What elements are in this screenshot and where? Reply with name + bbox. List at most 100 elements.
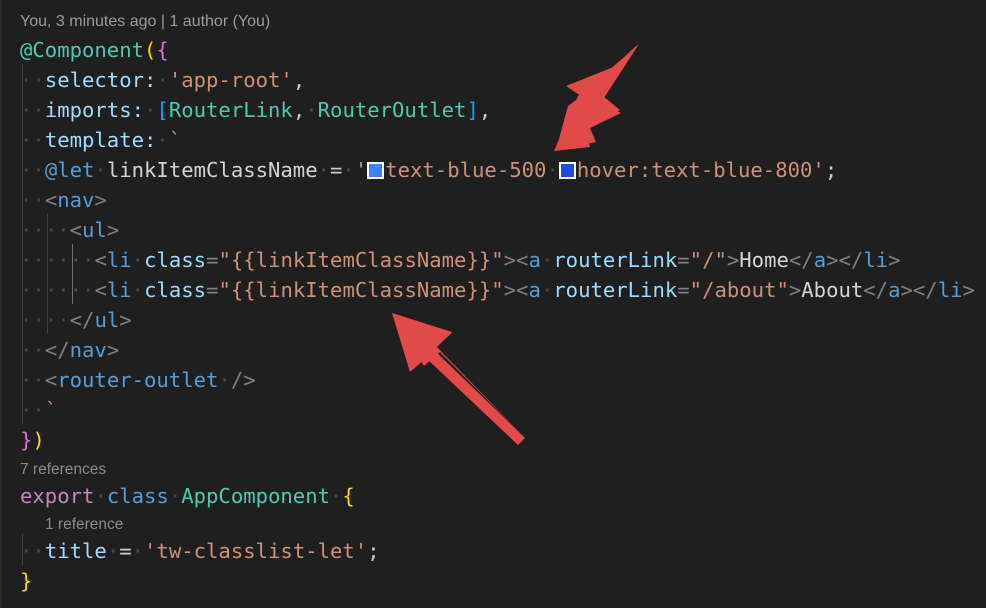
import-router-link: RouterLink (168, 98, 293, 122)
brace-close: } (20, 569, 33, 593)
angle-close: > (888, 248, 901, 272)
equals: = (677, 278, 690, 302)
code-line-14[interactable]: }) (20, 425, 45, 455)
equals: = (677, 248, 690, 272)
whitespace-dot: · (144, 98, 157, 122)
tag-a-open: a (528, 278, 541, 302)
comma: , (292, 98, 306, 122)
angle-open-close: </ (788, 248, 814, 272)
title-value: 'tw-classlist-let' (144, 539, 368, 563)
equals-operator: = (119, 539, 132, 563)
semicolon: ; (367, 539, 380, 563)
code-line-10[interactable]: ····</ul> (20, 305, 132, 335)
paren-open: ( (144, 38, 157, 62)
comma: , (292, 68, 306, 92)
attr-class: class (144, 278, 207, 302)
code-line-17[interactable]: } (20, 566, 32, 596)
whitespace-dots: ·· (44, 248, 70, 272)
angle-close: ></ (826, 248, 864, 272)
tag-nav-open: nav (57, 188, 95, 212)
angle-close: >< (503, 278, 529, 302)
whitespace-dot: · (330, 484, 343, 508)
tag-nav-close: nav (69, 338, 107, 362)
angle-close: > (94, 188, 107, 212)
whitespace-dots: ·· (20, 98, 45, 122)
code-line-8[interactable]: ······<li·class="{{linkItemClassName}}">… (20, 245, 901, 275)
angle-open: < (94, 278, 107, 302)
whitespace-dot: · (131, 278, 145, 302)
whitespace-dots: ·· (20, 539, 45, 563)
code-line-3[interactable]: ··imports:·[RouterLink,·RouterOutlet], (20, 95, 491, 125)
angle-close: > (106, 218, 120, 242)
whitespace-dots: ·· (20, 368, 45, 392)
code-line-6[interactable]: ··<nav> (20, 185, 107, 215)
comma: , (478, 98, 492, 122)
attr-value-interpolation: "{{linkItemClassName}}" (218, 278, 504, 302)
code-content[interactable]: You, 3 minutes ago | 1 author (You) @Com… (0, 0, 986, 608)
whitespace-dot: · (540, 248, 554, 272)
whitespace-dot: · (156, 68, 169, 92)
let-variable-name: linkItemClassName (106, 158, 318, 182)
quote-close: ' (812, 158, 825, 182)
whitespace-dot: · (305, 98, 318, 122)
code-line-12[interactable]: ··<router-outlet·/> (20, 365, 256, 395)
whitespace-dots: ·· (44, 278, 70, 302)
route-value-home: "/" (689, 248, 727, 272)
code-lens-references-class[interactable]: 7 references (20, 459, 106, 481)
whitespace-dots: ·· (20, 128, 45, 152)
color-swatch-blue-500[interactable] (367, 162, 385, 179)
angle-open: < (44, 188, 58, 212)
equals-operator: = (330, 158, 343, 182)
color-swatch-blue-800[interactable] (558, 162, 576, 179)
code-editor-screenshot: You, 3 minutes ago | 1 author (You) @Com… (0, 0, 986, 608)
whitespace-dot: · (540, 278, 554, 302)
code-line-2[interactable]: ··selector:·'app-root', (20, 65, 305, 95)
code-line-9[interactable]: ······<li·class="{{linkItemClassName}}">… (20, 275, 975, 305)
tag-li-close: li (937, 278, 963, 302)
code-line-5[interactable]: ··@let·linkItemClassName·=·' text-blue-50… (20, 155, 837, 185)
semicolon: ; (824, 158, 838, 182)
tag-router-outlet: router-outlet (57, 368, 219, 392)
angle-close: ></ (900, 278, 938, 302)
link-text-home: Home (739, 248, 789, 272)
code-line-11[interactable]: ··</nav> (20, 335, 119, 365)
whitespace-dot: · (94, 484, 107, 508)
tag-li-close: li (863, 248, 889, 272)
code-lens-references-title[interactable]: 1 reference (45, 514, 123, 536)
code-line-15[interactable]: export·class·AppComponent·{ (20, 481, 355, 511)
code-line-7[interactable]: ····<ul> (20, 215, 119, 245)
whitespace-dots: ·· (69, 278, 95, 302)
brace-open: { (342, 484, 355, 508)
whitespace-dots: ·· (20, 338, 45, 362)
let-keyword: @let (44, 158, 95, 182)
whitespace-dot: · (342, 158, 355, 182)
export-keyword: export (20, 484, 95, 508)
angle-close: > (119, 308, 132, 332)
whitespace-dots: ·· (44, 308, 70, 332)
tailwind-class-text-blue-500: text-blue-500 (385, 158, 547, 182)
tag-a-close: a (813, 248, 827, 272)
code-line-13[interactable]: ··` (20, 395, 57, 425)
attr-router-link: routerLink (553, 248, 678, 272)
tag-li-open: li (106, 248, 132, 272)
angle-open-close: </ (69, 308, 95, 332)
whitespace-dot: · (106, 539, 120, 563)
whitespace-dots: ·· (20, 248, 45, 272)
brace-close: } (20, 428, 33, 452)
whitespace-dot: · (131, 248, 145, 272)
whitespace-dot: · (218, 368, 231, 392)
backtick-open: ` (168, 128, 182, 152)
angle-open: < (94, 248, 107, 272)
whitespace-dots: ·· (20, 188, 45, 212)
decorator-token: @Component (20, 38, 144, 62)
tag-ul-close: ul (94, 308, 120, 332)
code-line-16[interactable]: ··title·=·'tw-classlist-let'; (20, 536, 380, 566)
whitespace-dots: ·· (20, 398, 45, 422)
code-line-1[interactable]: @Component({ (20, 35, 169, 65)
angle-open: < (44, 368, 58, 392)
whitespace-dot: · (156, 128, 169, 152)
angle-open-close: </ (863, 278, 889, 302)
bracket-open: [ (156, 98, 169, 122)
angle-close: > (788, 278, 802, 302)
code-line-4[interactable]: ··template:·` (20, 125, 181, 155)
